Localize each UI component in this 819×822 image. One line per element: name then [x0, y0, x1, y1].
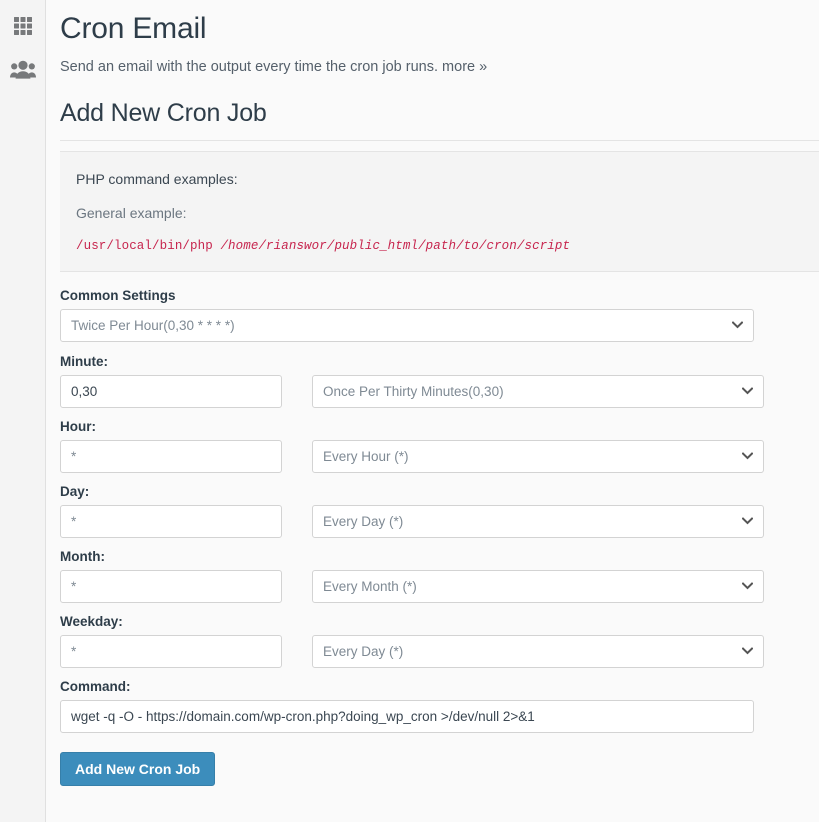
- users-icon: [9, 60, 36, 80]
- sidebar-item-apps[interactable]: [0, 4, 46, 48]
- label-command: Command:: [60, 678, 131, 694]
- hour-select[interactable]: Every Hour (*): [312, 439, 764, 473]
- weekday-input[interactable]: *: [60, 634, 282, 668]
- grid-icon: [12, 15, 34, 37]
- more-link[interactable]: more »: [442, 59, 487, 75]
- page-title: Cron Email: [60, 12, 207, 45]
- month-row: * Every Month (*): [60, 569, 819, 603]
- hour-row: * Every Hour (*): [60, 439, 819, 473]
- add-new-cron-job-button[interactable]: Add New Cron Job: [60, 751, 216, 786]
- month-select-value[interactable]: Every Month (*): [312, 569, 764, 603]
- label-minute: Minute:: [60, 353, 108, 369]
- label-weekday: Weekday:: [60, 613, 123, 629]
- field-weekday: Weekday: * Every Day (*): [60, 614, 819, 668]
- minute-row: 0,30 Once Per Thirty Minutes(0,30): [60, 374, 819, 408]
- field-month: Month: * Every Month (*): [60, 549, 819, 603]
- examples-heading: PHP command examples:: [76, 170, 238, 187]
- code-path: /home/rianswor/public_html/path/to/cron/…: [220, 238, 571, 253]
- weekday-select-value[interactable]: Every Day (*): [312, 634, 764, 668]
- label-day: Day:: [60, 483, 90, 499]
- field-day: Day: * Every Day (*): [60, 484, 819, 538]
- left-sidebar: [0, 0, 46, 822]
- field-hour: Hour: * Every Hour (*): [60, 419, 819, 473]
- weekday-row: * Every Day (*): [60, 634, 819, 668]
- common-settings-select[interactable]: Twice Per Hour(0,30 * * * *): [60, 308, 754, 342]
- hour-input[interactable]: *: [60, 439, 282, 473]
- field-command: Command: wget -q -O - https://domain.com…: [60, 679, 819, 733]
- section-title: Add New Cron Job: [60, 98, 267, 127]
- day-select-value[interactable]: Every Day (*): [312, 504, 764, 538]
- examples-code-line: /usr/local/bin/php /home/rianswor/public…: [76, 239, 819, 253]
- day-select[interactable]: Every Day (*): [312, 504, 764, 538]
- main-content: Cron Email Send an email with the output…: [46, 0, 819, 822]
- cron-form: Common Settings Twice Per Hour(0,30 * * …: [60, 272, 819, 786]
- hour-select-value[interactable]: Every Hour (*): [312, 439, 764, 473]
- field-common-settings: Common Settings Twice Per Hour(0,30 * * …: [60, 288, 819, 342]
- examples-subheading: General example:: [76, 205, 187, 222]
- label-common-settings: Common Settings: [60, 287, 176, 303]
- section-divider: [60, 139, 819, 141]
- month-select[interactable]: Every Month (*): [312, 569, 764, 603]
- day-input[interactable]: *: [60, 504, 282, 538]
- page-description: Send an email with the output every time…: [60, 57, 819, 77]
- day-row: * Every Day (*): [60, 504, 819, 538]
- common-settings-select-value[interactable]: Twice Per Hour(0,30 * * * *): [60, 308, 754, 342]
- label-month: Month:: [60, 548, 105, 564]
- month-input[interactable]: *: [60, 569, 282, 603]
- minute-select[interactable]: Once Per Thirty Minutes(0,30): [312, 374, 764, 408]
- sidebar-item-users[interactable]: [0, 48, 46, 92]
- cron-email-page: Cron Email Send an email with the output…: [0, 0, 819, 822]
- field-minute: Minute: 0,30 Once Per Thirty Minutes(0,3…: [60, 354, 819, 408]
- minute-input[interactable]: 0,30: [60, 374, 282, 408]
- weekday-select[interactable]: Every Day (*): [312, 634, 764, 668]
- php-examples-panel: PHP command examples: General example: /…: [60, 150, 819, 272]
- label-hour: Hour:: [60, 418, 96, 434]
- page-description-text: Send an email with the output every time…: [60, 58, 439, 75]
- minute-select-value[interactable]: Once Per Thirty Minutes(0,30): [312, 374, 764, 408]
- command-input[interactable]: wget -q -O - https://domain.com/wp-cron.…: [60, 699, 754, 733]
- code-binary: /usr/local/bin/php: [76, 238, 213, 253]
